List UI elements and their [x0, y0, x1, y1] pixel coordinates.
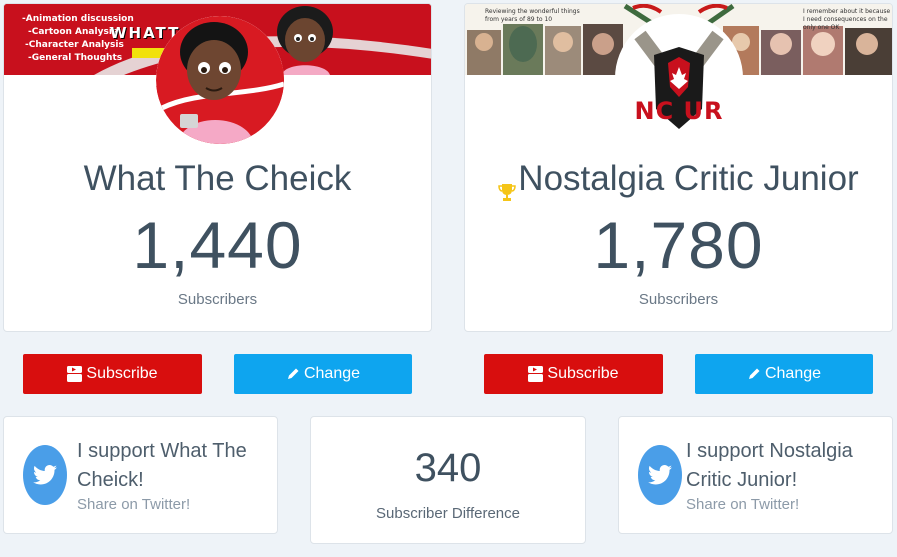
right-channel-name-row: Nostalgia Critic Junior — [465, 159, 892, 201]
difference-card: 340 Subscriber Difference — [310, 416, 586, 544]
twitter-icon — [638, 445, 682, 505]
left-subscriber-count: 1,440 — [132, 208, 303, 282]
youtube-icon — [528, 366, 544, 382]
right-subscribe-button[interactable]: Subscribe — [484, 354, 663, 394]
left-share-link[interactable]: Share on Twitter! — [77, 496, 190, 513]
right-channel-name: Nostalgia Critic Junior — [518, 159, 859, 198]
banner-line: -General Thoughts — [28, 53, 123, 63]
subscriber-difference-value: 340 — [414, 446, 482, 490]
banner-caption-right: I remember about it because I need conse… — [803, 8, 891, 31]
left-subscribers-label: Subscribers — [177, 291, 258, 308]
left-subscribe-label: Subscribe — [86, 365, 158, 382]
right-channel-avatar: NC UR — [615, 14, 743, 142]
right-subscribers-label: Subscribers — [638, 291, 719, 308]
banner-caption-left: Reviewing the wonderful things from year… — [485, 8, 580, 23]
right-subscribe-label: Subscribe — [547, 365, 619, 382]
right-avatar-logo-text: NC UR — [634, 97, 724, 125]
youtube-icon — [67, 366, 83, 382]
right-channel-card: Reviewing the wonderful things from year… — [464, 3, 893, 332]
left-channel-avatar — [156, 16, 284, 144]
left-change-button[interactable]: Change — [234, 354, 412, 394]
left-channel-name: What The Cheick — [83, 159, 352, 198]
left-support-text: I support What The Cheick! — [77, 440, 247, 491]
trophy-icon — [498, 171, 517, 201]
right-share-link[interactable]: Share on Twitter! — [686, 496, 799, 513]
left-channel-card: -Animation discussion -Cartoon Analysis … — [3, 3, 432, 332]
subscriber-difference-label: Subscriber Difference — [376, 505, 520, 522]
twitter-icon — [23, 445, 67, 505]
right-change-button[interactable]: Change — [695, 354, 873, 394]
right-twitter-support-card[interactable]: I support Nostalgia Critic Junior! Share… — [618, 416, 893, 534]
left-subscribe-button[interactable]: Subscribe — [23, 354, 202, 394]
banner-character — [277, 6, 333, 75]
left-change-label: Change — [303, 365, 361, 382]
right-subscriber-count: 1,780 — [593, 208, 764, 282]
right-change-label: Change — [764, 365, 822, 382]
pencil-icon — [747, 367, 761, 381]
right-support-text: I support Nostalgia Critic Junior! — [686, 440, 853, 491]
left-twitter-support-card[interactable]: I support What The Cheick! Share on Twit… — [3, 416, 278, 534]
pencil-icon — [286, 367, 300, 381]
